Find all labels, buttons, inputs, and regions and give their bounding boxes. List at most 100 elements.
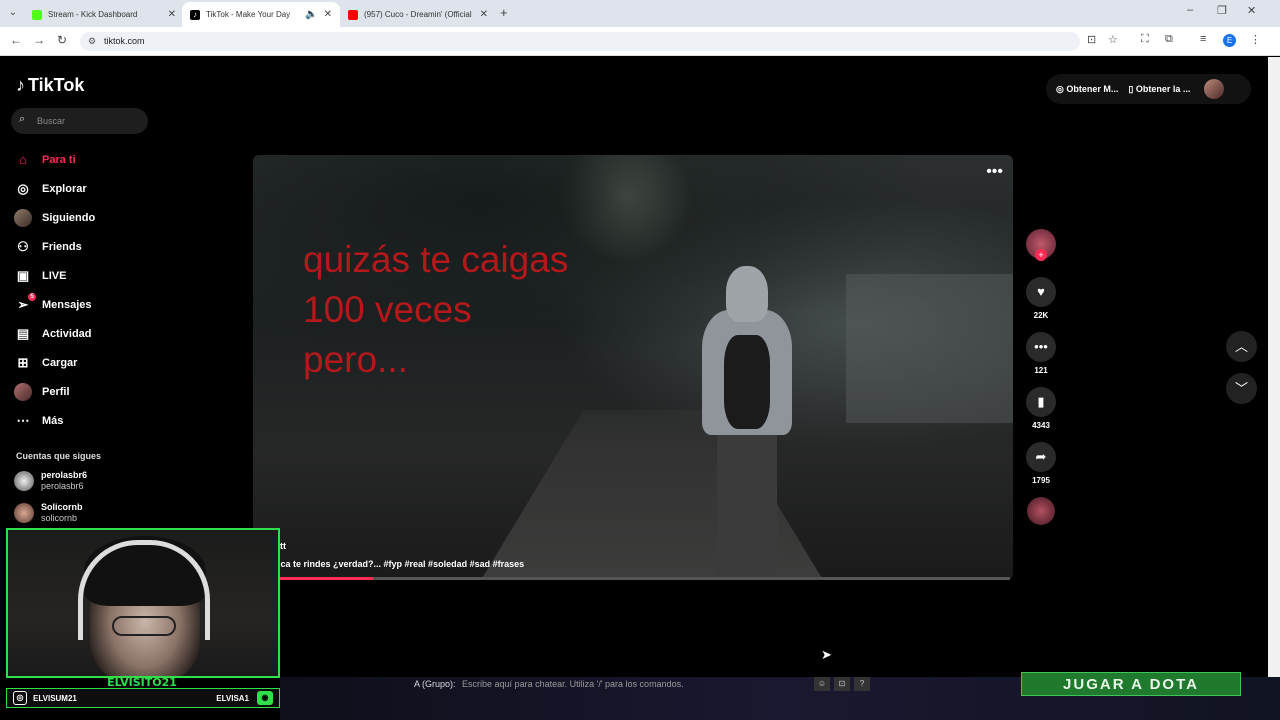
chevron-up-icon: ︿ (1234, 339, 1248, 354)
game-chat-input[interactable]: A (Grupo): Escribe aquí para chatear. Ut… (414, 679, 684, 689)
music-disc-avatar[interactable] (1027, 497, 1055, 525)
caption-line: pero... (303, 339, 408, 380)
comment-count: 121 (1034, 366, 1048, 375)
tab-youtube[interactable]: (957) Cuco - Dreamin' (Official ✕ (340, 2, 496, 27)
search-input[interactable]: ⌕ Buscar (11, 108, 148, 134)
like-count: 22K (1033, 311, 1049, 320)
top-right-actions: ◎ Obtener M... ▯ Obtener la ... (1046, 74, 1251, 104)
caption-line: 100 veces (303, 289, 472, 330)
comment-button[interactable]: ••• 121 (1024, 332, 1058, 375)
sidebar-nav: ⌂ Para ti ◎ Explorar Siguiendo ⚇ Friends… (14, 145, 154, 435)
sidebar-item-siguiendo[interactable]: Siguiendo (14, 203, 154, 232)
save-button[interactable]: ▮ 4343 (1024, 387, 1058, 430)
chat-wheel-icon[interactable]: ⊡ (834, 677, 850, 691)
tab-tiktok[interactable]: ♪ TikTok - Make Your Day 🔈 ✕ (182, 2, 340, 27)
get-app-button[interactable]: ▯ Obtener la ... (1128, 84, 1190, 95)
friends-icon: ⚇ (17, 238, 29, 254)
video-player[interactable]: quizás te caigas 100 veces pero... ••• a… (253, 155, 1013, 580)
sidebar-item-label: Explorar (42, 182, 87, 195)
upload-icon: ⊞ (17, 354, 29, 370)
social-bar: ◎ ELVISUM21 ELVISA1 ◉ (6, 688, 280, 708)
sidebar-item-mensajes[interactable]: ➢ 5 Mensajes (14, 290, 154, 319)
install-icon[interactable]: ⊡ (1087, 33, 1096, 46)
restore-icon[interactable]: ❐ (1217, 4, 1227, 17)
account-username: perolasbr6 (41, 481, 84, 491)
activity-icon: ▤ (16, 325, 30, 341)
more-options-icon[interactable]: ••• (986, 163, 1003, 181)
tab-kick[interactable]: Stream - Kick Dashboard ✕ (24, 2, 184, 27)
previous-video-button[interactable]: ︿ (1226, 331, 1257, 362)
save-count: 4343 (1032, 421, 1050, 430)
close-tab-icon[interactable]: ✕ (168, 9, 176, 20)
glasses (112, 616, 176, 636)
extensions-icon[interactable]: ⧉ (1165, 33, 1173, 46)
site-info-icon[interactable]: ⚙ (88, 32, 96, 51)
tiktok-note-icon: ♪ (16, 75, 25, 95)
video-progress-bar[interactable] (278, 577, 1010, 580)
browser-profile-avatar[interactable]: E (1223, 34, 1236, 47)
share-count: 1795 (1032, 476, 1050, 485)
following-account[interactable]: Solicornb solicornb (14, 502, 83, 524)
close-tab-icon[interactable]: ✕ (480, 9, 488, 20)
search-icon: ⌕ (19, 113, 26, 125)
discord-handle: ELVISA1 (216, 693, 249, 703)
back-icon[interactable]: ← (10, 33, 22, 47)
creator-avatar[interactable]: + (1026, 229, 1056, 261)
sidebar-item-explorar[interactable]: ◎ Explorar (14, 174, 154, 203)
chat-channel-label: A (Grupo): (414, 679, 456, 689)
instagram-handle: ELVISUM21 (33, 693, 77, 703)
forward-icon[interactable]: → (33, 33, 45, 47)
help-icon[interactable]: ? (854, 677, 870, 691)
sidebar-item-actividad[interactable]: ▤ Actividad (14, 319, 154, 348)
account-avatar (14, 503, 34, 523)
speaker-icon[interactable]: 🔈 (305, 9, 317, 20)
bookmark-star-icon[interactable]: ☆ (1108, 33, 1118, 46)
minimize-icon[interactable]: – (1187, 4, 1193, 16)
video-person (694, 265, 800, 581)
tiktok-logo[interactable]: ♪ TikTok (16, 75, 84, 96)
address-toolbar: ← → ↻ ⚙ tiktok.com ⊡ ☆ ⛶ ⧉ ≡ ⋮ (0, 27, 1280, 56)
sidebar-item-label: Más (42, 414, 64, 427)
sidebar-item-para-ti[interactable]: ⌂ Para ti (14, 145, 154, 174)
video-description: nca te rindes ¿verdad?... #fyp #real #so… (275, 559, 525, 569)
kick-favicon-icon (32, 9, 42, 20)
get-coins-button[interactable]: ◎ Obtener M... (1056, 84, 1118, 95)
profile-letter: E (1226, 36, 1233, 45)
sidebar-item-label: Cargar (42, 356, 78, 369)
play-dota-button[interactable]: JUGAR A DOTA (1021, 672, 1241, 696)
sidebar-item-perfil[interactable]: Perfil (14, 377, 154, 406)
next-video-button[interactable]: ﹀ (1226, 373, 1257, 404)
tiktok-favicon-icon: ♪ (190, 9, 200, 20)
share-button[interactable]: ➦ 1795 (1024, 442, 1058, 485)
account-name: perolasbr6 (41, 470, 88, 480)
menu-kebab-icon[interactable]: ⋮ (1250, 33, 1261, 46)
follow-plus-icon[interactable]: + (1035, 249, 1047, 261)
emoji-icon[interactable]: ☺ (814, 677, 830, 691)
user-avatar[interactable] (1204, 79, 1225, 99)
following-account[interactable]: perolasbr6 perolasbr6 (14, 470, 87, 492)
tab-search-icon[interactable]: ⌄ (4, 5, 22, 21)
caption-line: quizás te caigas (303, 239, 569, 280)
get-app-label: Obtener la ... (1135, 83, 1191, 94)
url-field[interactable]: ⚙ tiktok.com (80, 32, 1080, 51)
video-progress-fill (278, 577, 374, 580)
compass-icon: ◎ (17, 180, 29, 196)
more-icon: ⋯ (16, 412, 30, 428)
sidebar-item-cargar[interactable]: ⊞ Cargar (14, 348, 154, 377)
sidebar-item-friends[interactable]: ⚇ Friends (14, 232, 154, 261)
sidebar-item-label: Perfil (42, 385, 70, 398)
window-close-icon[interactable]: ✕ (1247, 4, 1256, 17)
account-username: solicornb (41, 513, 78, 523)
like-button[interactable]: ♥ 22K (1024, 277, 1058, 320)
screenshot-icon[interactable]: ⛶ (1141, 33, 1149, 46)
page-scrollbar[interactable] (1268, 57, 1280, 677)
reload-icon[interactable]: ↻ (57, 33, 67, 47)
video-caption-overlay: quizás te caigas 100 veces pero... (303, 235, 568, 385)
new-tab-icon[interactable]: + (500, 5, 508, 20)
sidebar-item-label: LIVE (42, 269, 67, 282)
sidebar-item-live[interactable]: ▣ LIVE (14, 261, 154, 290)
media-icon[interactable]: ≡ (1200, 33, 1206, 45)
sidebar-item-mas[interactable]: ⋯ Más (14, 406, 154, 435)
sidebar-item-label: Siguiendo (42, 211, 96, 224)
close-tab-icon[interactable]: ✕ (324, 9, 332, 20)
